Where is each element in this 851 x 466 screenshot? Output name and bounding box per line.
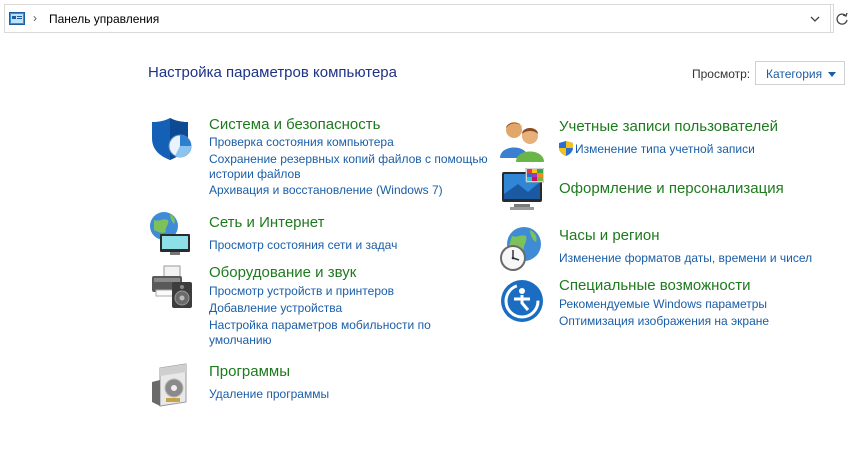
link-devices-printers[interactable]: Просмотр устройств и принтеров [209, 283, 394, 299]
link-date-time-formats[interactable]: Изменение форматов даты, времени и чисел [559, 250, 812, 266]
control-panel-icon [9, 12, 25, 25]
category-hardware-sound[interactable]: Оборудование и звук [209, 264, 356, 281]
link-optimize-display[interactable]: Оптимизация изображения на экране [559, 313, 769, 329]
globe-network-icon[interactable] [148, 210, 192, 256]
address-bar: › Панель управления [0, 4, 851, 35]
category-programs[interactable]: Программы [209, 363, 290, 380]
category-ease-of-access[interactable]: Специальные возможности [559, 277, 751, 294]
breadcrumb-control-panel[interactable]: Панель управления [49, 12, 159, 26]
category-user-accounts[interactable]: Учетные записи пользователей [559, 118, 778, 135]
link-mobility-settings[interactable]: Настройка параметров мобильности по [209, 317, 431, 333]
address-field[interactable]: › Панель управления [4, 4, 834, 33]
link-file-history-backup-cont[interactable]: истории файлов [209, 166, 301, 182]
users-icon[interactable] [500, 118, 544, 164]
category-system-security[interactable]: Система и безопасность [209, 116, 380, 133]
link-change-account-type[interactable]: Изменение типа учетной записи [575, 141, 755, 157]
chevron-down-icon[interactable] [807, 12, 823, 26]
category-network-internet[interactable]: Сеть и Интернет [209, 214, 325, 231]
view-by-value: Категория [766, 67, 823, 81]
caret-down-icon [828, 72, 836, 77]
link-file-history-backup[interactable]: Сохранение резервных копий файлов с помо… [209, 151, 488, 167]
category-appearance[interactable]: Оформление и персонализация [559, 180, 784, 197]
programs-box-icon[interactable] [150, 362, 194, 408]
refresh-icon[interactable] [835, 12, 849, 26]
link-backup-restore-win7[interactable]: Архивация и восстановление (Windows 7) [209, 182, 443, 198]
printer-icon[interactable] [150, 264, 194, 310]
monitor-palette-icon[interactable] [500, 168, 544, 214]
accessibility-icon[interactable] [500, 278, 544, 324]
link-check-computer-status[interactable]: Проверка состояния компьютера [209, 134, 394, 150]
view-by-label: Просмотр: [692, 67, 751, 81]
breadcrumb-chevron-icon[interactable]: › [33, 11, 37, 25]
link-add-device[interactable]: Добавление устройства [209, 300, 342, 316]
globe-clock-icon[interactable] [500, 226, 544, 272]
link-network-status[interactable]: Просмотр состояния сети и задач [209, 237, 397, 253]
link-mobility-settings-cont[interactable]: умолчанию [209, 332, 272, 348]
link-uninstall-program[interactable]: Удаление программы [209, 386, 329, 402]
view-by-select[interactable]: Категория [755, 61, 845, 85]
page-title: Настройка параметров компьютера [148, 64, 397, 81]
category-clock-region[interactable]: Часы и регион [559, 227, 660, 244]
uac-shield-icon [559, 141, 573, 156]
divider [830, 4, 831, 33]
shield-icon[interactable] [150, 116, 194, 162]
link-recommended-settings[interactable]: Рекомендуемые Windows параметры [559, 296, 767, 312]
